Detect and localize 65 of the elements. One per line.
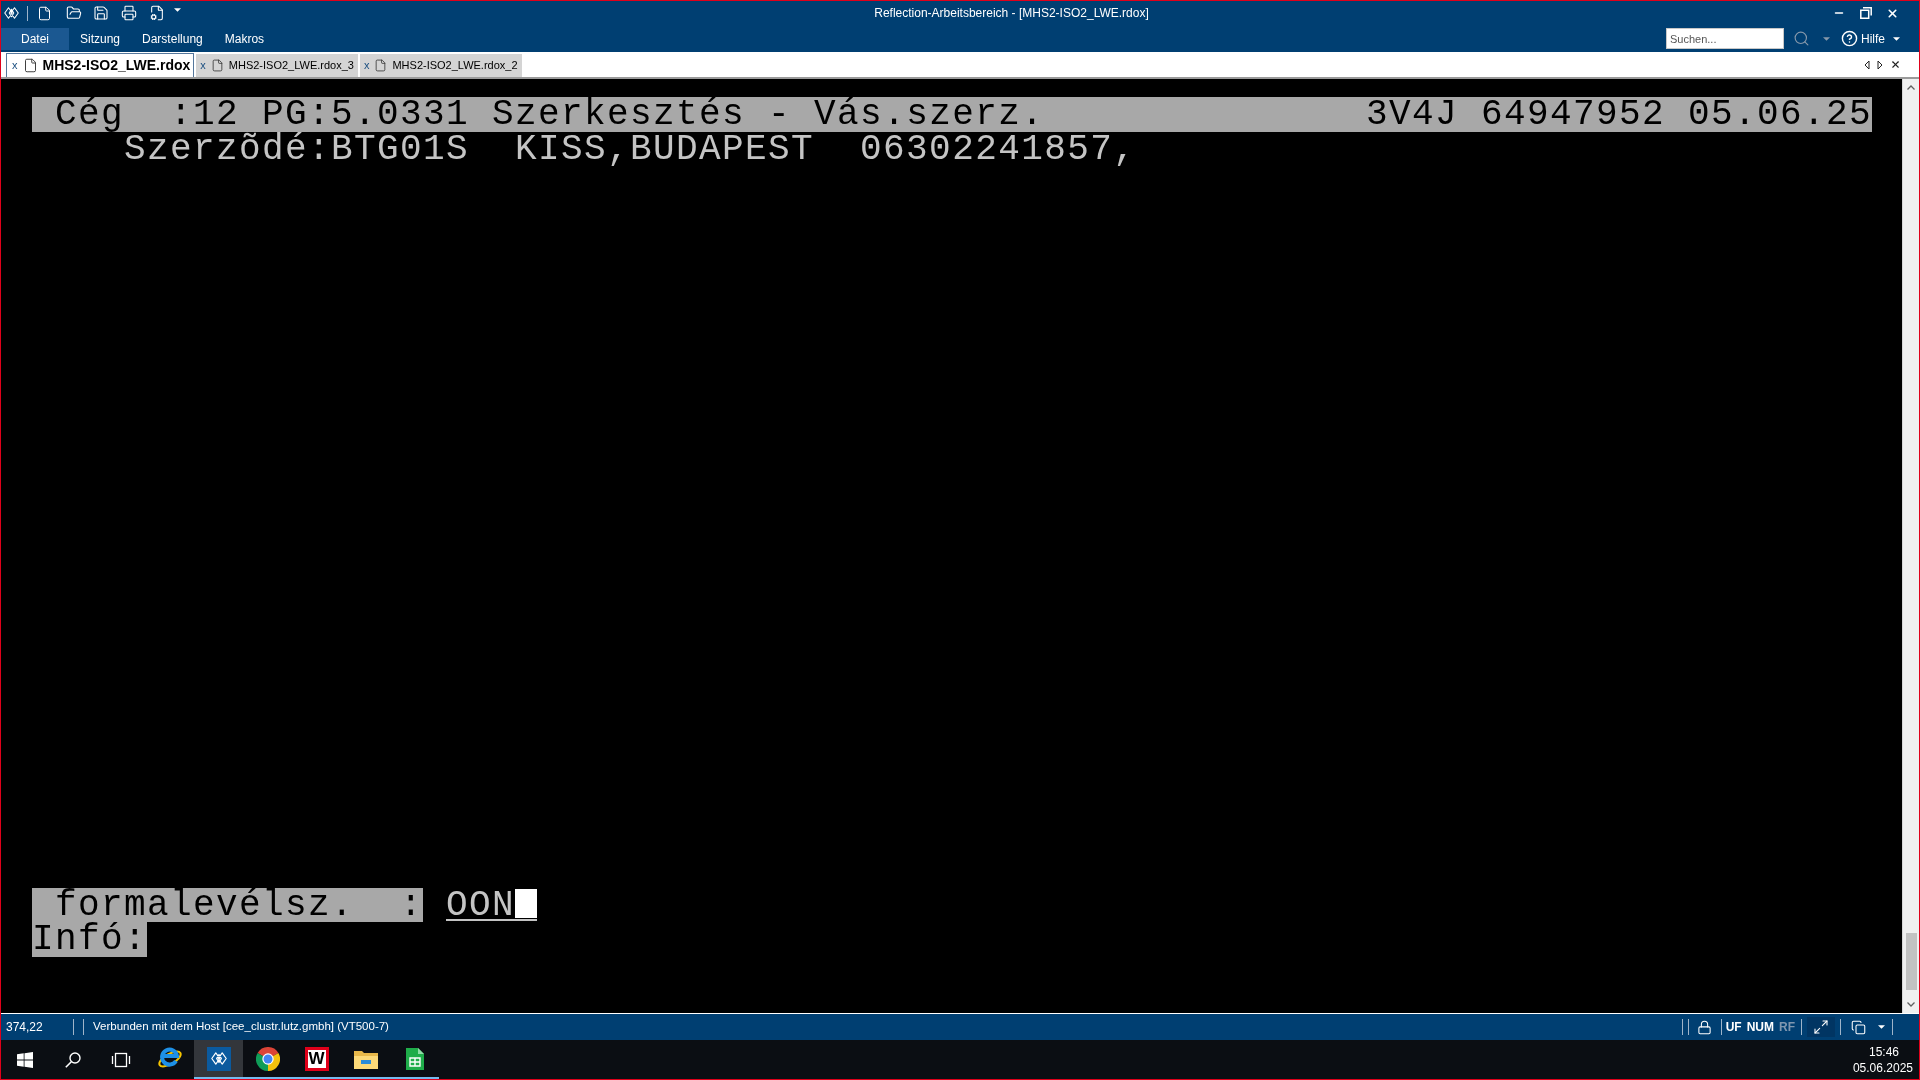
document-icon: [374, 59, 388, 72]
info-label: Infó:: [32, 922, 148, 957]
save-icon[interactable]: [93, 5, 109, 21]
help-icon[interactable]: [1841, 30, 1858, 47]
diamond-logo-icon: [4, 7, 19, 19]
close-icon: [1886, 6, 1899, 20]
circle-logo-icon: [255, 1046, 280, 1071]
restore-icon: [1859, 7, 1872, 19]
print-icon[interactable]: [121, 5, 137, 21]
close-tab-button[interactable]: x: [12, 60, 18, 71]
document-icon: [22, 58, 38, 73]
help-button[interactable]: Hilfe: [1861, 29, 1885, 48]
screen-info: 3V4J 64947952 05.06.25: [1365, 97, 1872, 132]
caret-icon[interactable]: [1878, 1025, 1885, 1029]
close-tab-button[interactable]: x: [200, 60, 206, 71]
lock-icon: [1696, 1019, 1712, 1035]
close-button[interactable]: [1886, 6, 1899, 20]
window-title: Reflection-Arbeitsbereich - [MHS2-ISO2_LWE.rdox]: [874, 7, 1149, 19]
field-label: formalevélsz. :: [32, 888, 423, 922]
ribbon-tab[interactable]: Makros: [213, 27, 276, 50]
close-tab-button[interactable]: x: [363, 60, 370, 71]
document-gear-icon[interactable]: [149, 5, 165, 21]
document-tab[interactable]: x MHS2-ISO2_LWE.rdox_2: [359, 54, 522, 77]
search-icon[interactable]: [1793, 30, 1810, 47]
document-tab[interactable]: x MHS2-ISO2_LWE.rdox: [6, 53, 195, 77]
diamond-tile-icon: [206, 1046, 231, 1071]
letter-logo: W: [304, 1046, 329, 1071]
search-icon: [65, 1051, 81, 1068]
diagonal-arrows-icon: [1813, 1019, 1829, 1035]
input-field[interactable]: OON: [446, 888, 537, 921]
scrollbar[interactable]: [1902, 79, 1919, 1013]
ribbon-tab[interactable]: Sitzung: [69, 27, 132, 50]
connection-status: Verbunden mit dem Host [cee_clustr.lutz.gmbh] (VT500-7): [93, 1019, 389, 1035]
dropdown-caret-icon[interactable]: [174, 8, 181, 12]
caret-icon[interactable]: [1893, 36, 1900, 41]
ribbon-tab[interactable]: Darstellung: [131, 27, 214, 50]
clock-date: 05.06.2025: [1852, 1059, 1913, 1076]
clock-time: 15:46: [1868, 1043, 1899, 1060]
cascade-icon[interactable]: [1851, 1019, 1866, 1035]
document-icon: [210, 59, 224, 72]
task-view-icon: [111, 1051, 131, 1068]
scroll-right-icon[interactable]: [1877, 59, 1883, 70]
scroll-left-icon[interactable]: [1864, 59, 1870, 70]
scrollbar-thumb[interactable]: [1905, 933, 1917, 990]
screen-title: Cég :12 PG:5.0331 Szerkesztés - Vás.szerz.: [54, 97, 1045, 132]
taskbar-app-button[interactable]: [194, 1040, 243, 1079]
restore-button[interactable]: [1859, 6, 1872, 20]
cursor-position: 374,22: [5, 1019, 44, 1036]
start-icon: [17, 1051, 33, 1068]
cursor-icon: [515, 889, 537, 918]
mode-indicator: RF: [1779, 1019, 1795, 1036]
close-icon[interactable]: [1890, 59, 1901, 70]
mode-indicator: UF: [1725, 1019, 1742, 1036]
ribbon-tab[interactable]: Datei: [1, 27, 69, 50]
mode-indicator: NUM: [1746, 1019, 1774, 1036]
new-document-icon[interactable]: [37, 5, 52, 21]
fullscreen-button[interactable]: [1807, 1017, 1835, 1037]
open-folder-icon[interactable]: [66, 5, 82, 21]
taskbar-app-button[interactable]: W: [292, 1040, 341, 1079]
spreadsheet-icon: [404, 1046, 425, 1071]
search-field[interactable]: Suchen...: [1666, 28, 1784, 49]
record-line: Szerzõdé:BTG01S KISS,BUDAPEST 06302241857,: [124, 132, 1137, 167]
scroll-down-icon[interactable]: [1907, 1002, 1915, 1007]
scroll-up-icon[interactable]: [1907, 85, 1915, 90]
document-tab[interactable]: x MHS2-ISO2_LWE.rdox_3: [196, 54, 358, 77]
